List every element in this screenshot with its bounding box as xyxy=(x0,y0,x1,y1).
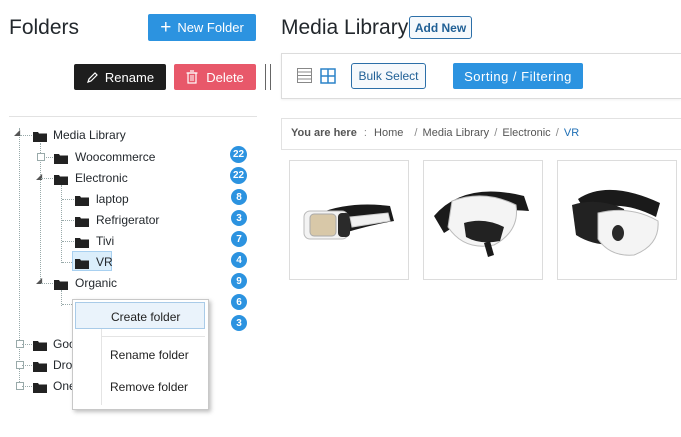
tree-item-vr[interactable]: VR xyxy=(96,255,113,269)
breadcrumb-content: You are here : Home / Media Library / El… xyxy=(291,127,580,139)
tree-connector xyxy=(22,344,32,345)
breadcrumb-item-electronic[interactable]: Electronic xyxy=(502,127,550,139)
rename-button[interactable]: Rename xyxy=(74,64,166,90)
bulk-select-button[interactable]: Bulk Select xyxy=(351,63,426,89)
tree-item-dro[interactable]: Dro xyxy=(53,358,72,372)
breadcrumb-item-home[interactable]: Home xyxy=(374,127,403,139)
trash-icon xyxy=(186,70,198,84)
tree-connector xyxy=(22,365,32,366)
folder-icon xyxy=(75,193,89,211)
pencil-icon xyxy=(86,71,98,83)
delete-button[interactable]: Delete xyxy=(174,64,256,90)
create-folder-label: Create folder xyxy=(111,310,181,324)
sidebar-resize-handle[interactable] xyxy=(265,64,271,90)
folder-icon xyxy=(33,338,47,356)
folder-icon xyxy=(75,256,89,274)
tree-item-refrigerator[interactable]: Refrigerator xyxy=(96,213,159,227)
sidebar-title: Folders xyxy=(9,16,80,39)
context-menu: Create folder Rename folder Remove folde… xyxy=(72,299,209,410)
count-badge: 4 xyxy=(231,252,247,268)
tree-line-root xyxy=(19,128,20,388)
vr-headset-side-image xyxy=(434,191,529,257)
folder-icon xyxy=(54,172,68,190)
page-title: Media Library xyxy=(281,16,409,39)
count-badge: 9 xyxy=(231,273,247,289)
collapse-toggle-electronic[interactable]: ◢ xyxy=(36,172,42,181)
tree-connector xyxy=(20,135,32,136)
folder-icon xyxy=(75,214,89,232)
breadcrumb-item-vr[interactable]: VR xyxy=(564,127,579,139)
count-badge: 3 xyxy=(231,210,247,226)
vr-headset-angle-image xyxy=(572,189,660,256)
plus-icon: + xyxy=(160,17,172,38)
rename-folder-label: Rename folder xyxy=(110,348,189,362)
menu-item-remove-folder[interactable]: Remove folder xyxy=(75,376,205,398)
tree-connector xyxy=(62,199,74,200)
folder-icon xyxy=(54,151,68,169)
collapse-toggle-media-library[interactable]: ◢ xyxy=(14,128,24,138)
tree-item-organic[interactable]: Organic xyxy=(75,276,117,290)
tree-connector xyxy=(22,386,32,387)
remove-folder-label: Remove folder xyxy=(110,380,189,394)
count-badge: 22 xyxy=(230,146,247,163)
new-folder-label: New Folder xyxy=(177,20,244,35)
media-thumbnail-2[interactable] xyxy=(423,160,543,280)
tree-line-organic xyxy=(61,290,62,306)
tree-connector xyxy=(62,262,72,263)
sidebar-divider xyxy=(9,116,257,117)
media-thumbnail-1[interactable] xyxy=(289,160,409,280)
tree-connector xyxy=(62,220,74,221)
list-view-icon[interactable] xyxy=(297,68,312,88)
menu-separator xyxy=(101,336,205,337)
add-new-button[interactable]: Add New xyxy=(409,16,472,39)
tree-item-media-library[interactable]: Media Library xyxy=(53,128,126,142)
breadcrumb-prefix: You are here xyxy=(291,127,357,139)
count-badge: 6 xyxy=(231,294,247,310)
tree-connector xyxy=(41,283,53,284)
tree-item-woocommerce[interactable]: Woocommerce xyxy=(75,150,155,164)
tree-line-level1 xyxy=(40,143,41,283)
breadcrumb-item-media-library[interactable]: Media Library xyxy=(423,127,490,139)
folder-icon xyxy=(33,380,47,398)
tree-connector xyxy=(62,304,72,305)
rename-label: Rename xyxy=(104,69,155,85)
tree-item-tivi[interactable]: Tivi xyxy=(96,234,114,248)
tree-connector xyxy=(62,241,74,242)
tree-connector xyxy=(41,178,53,179)
expand-toggle-woocommerce[interactable] xyxy=(37,153,45,161)
tree-line-level2 xyxy=(61,185,62,263)
grid-view-icon[interactable] xyxy=(320,68,336,89)
count-badge: 3 xyxy=(231,315,247,331)
menu-item-create-folder[interactable]: Create folder xyxy=(75,302,205,329)
media-thumbnail-3[interactable] xyxy=(557,160,677,280)
count-badge: 8 xyxy=(231,189,247,205)
menu-item-rename-folder[interactable]: Rename folder xyxy=(75,344,205,366)
folder-icon xyxy=(33,129,47,147)
count-badge: 7 xyxy=(231,231,247,247)
delete-label: Delete xyxy=(206,69,244,85)
new-folder-button[interactable]: + New Folder xyxy=(148,14,256,41)
tree-item-electronic[interactable]: Electronic xyxy=(75,171,128,185)
folder-icon xyxy=(33,359,47,377)
count-badge: 22 xyxy=(230,167,247,184)
vr-headset-front-image xyxy=(303,204,394,240)
sorting-filtering-button[interactable]: Sorting / Filtering xyxy=(453,63,583,89)
tree-item-laptop[interactable]: laptop xyxy=(96,192,129,206)
